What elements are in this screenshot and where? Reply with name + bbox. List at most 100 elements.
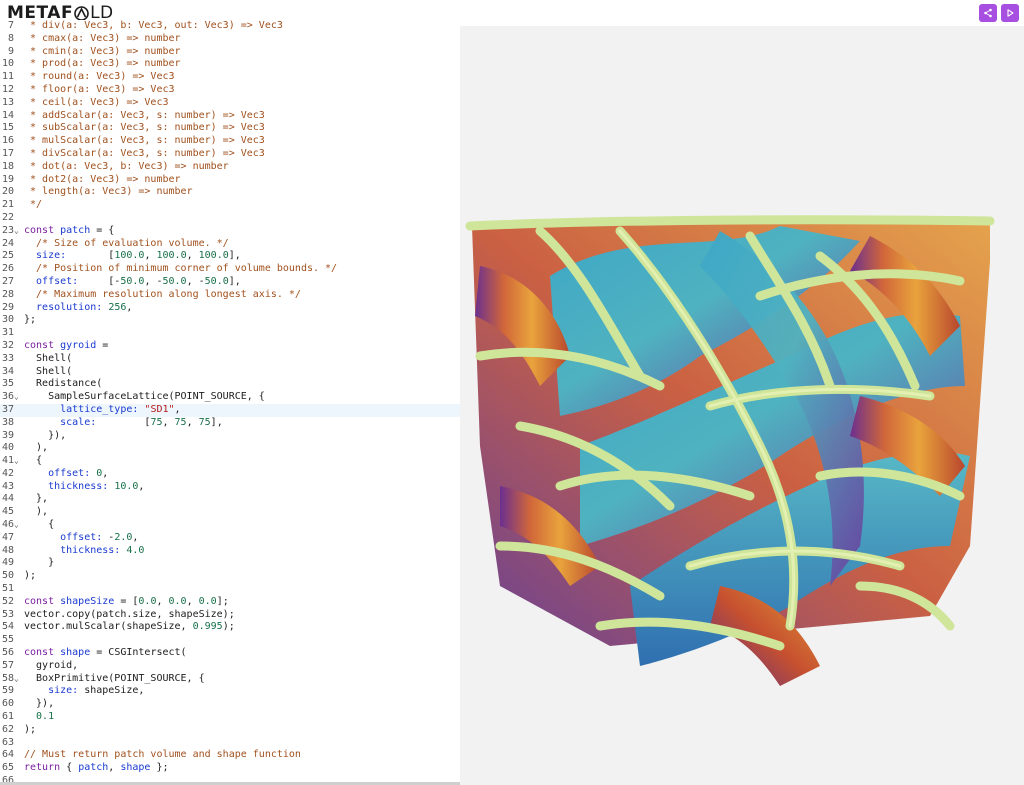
- render-viewport[interactable]: [460, 26, 1024, 785]
- code-line[interactable]: 62);: [0, 724, 460, 737]
- code-token: ];: [216, 595, 229, 607]
- code-line[interactable]: 15 * subScalar(a: Vec3, s: number) => Ve…: [0, 122, 460, 135]
- code-line[interactable]: 36 ⌄ SampleSurfaceLattice(POINT_SOURCE, {: [0, 391, 460, 404]
- code-line[interactable]: 37 lattice_type: "SD1",: [0, 403, 460, 417]
- fold-chevron-icon[interactable]: ⌄: [14, 391, 19, 404]
- code-line[interactable]: 56 const shape = CSGIntersect(: [0, 647, 460, 660]
- code-line[interactable]: 28 /* Maximum resolution along longest a…: [0, 289, 460, 302]
- code-line[interactable]: 16 * mulScalar(a: Vec3, s: number) => Ve…: [0, 135, 460, 148]
- code-line[interactable]: 18 * dot(a: Vec3, b: Vec3) => number: [0, 161, 460, 174]
- code-line[interactable]: 57 gyroid,: [0, 660, 460, 673]
- code-line[interactable]: 34 Shell(: [0, 366, 460, 379]
- code-token: 100.0: [198, 250, 229, 262]
- code-text: /* Size of evaluation volume. */: [24, 238, 229, 251]
- code-line[interactable]: 33 Shell(: [0, 353, 460, 366]
- code-token: {: [60, 762, 79, 774]
- line-number: 62: [1, 723, 14, 735]
- code-line[interactable]: 58 ⌄ BoxPrimitive(POINT_SOURCE, {: [0, 673, 460, 686]
- code-token: -: [102, 531, 115, 543]
- code-line[interactable]: 43 thickness: 10.0,: [0, 481, 460, 494]
- line-number: 30: [1, 314, 14, 326]
- code-line[interactable]: 14 * addScalar(a: Vec3, s: number) => Ve…: [0, 110, 460, 123]
- code-token: * mulScalar(a: Vec3, s: number) => Vec3: [24, 135, 265, 147]
- code-line[interactable]: 19 * dot2(a: Vec3) => number: [0, 174, 460, 187]
- code-line[interactable]: 13 * ceil(a: Vec3) => Vec3: [0, 97, 460, 110]
- line-number: 58: [1, 672, 14, 684]
- code-line[interactable]: 32 const gyroid =: [0, 340, 460, 353]
- code-line[interactable]: 35 Redistance(: [0, 378, 460, 391]
- fold-chevron-icon[interactable]: ⌄: [14, 225, 19, 238]
- code-line[interactable]: 53 vector.copy(patch.size, shapeSize);: [0, 609, 460, 622]
- code-line[interactable]: 21 */: [0, 199, 460, 212]
- fold-chevron-icon[interactable]: ⌄: [14, 673, 19, 686]
- code-line[interactable]: 48 thickness: 4.0: [0, 545, 460, 558]
- code-line[interactable]: 8 * cmax(a: Vec3) => number: [0, 33, 460, 46]
- code-line[interactable]: 31: [0, 327, 460, 340]
- code-line[interactable]: 30};: [0, 314, 460, 327]
- line-number: 41: [1, 455, 14, 467]
- code-line[interactable]: 51: [0, 583, 460, 596]
- fold-chevron-icon[interactable]: ⌄: [14, 455, 19, 468]
- code-line[interactable]: 11 * round(a: Vec3) => Vec3: [0, 71, 460, 84]
- code-line[interactable]: 24 /* Size of evaluation volume. */: [0, 238, 460, 251]
- code-line[interactable]: 59 size: shapeSize,: [0, 685, 460, 698]
- code-line[interactable]: 25 size: [100.0, 100.0, 100.0],: [0, 250, 460, 263]
- code-line[interactable]: 45 ),: [0, 506, 460, 519]
- code-line[interactable]: 55: [0, 634, 460, 647]
- code-line[interactable]: 39 }),: [0, 430, 460, 443]
- code-line[interactable]: 22: [0, 212, 460, 225]
- line-number: 23: [1, 224, 14, 236]
- code-token: ,: [108, 762, 121, 774]
- code-text: thickness: 10.0,: [24, 481, 144, 494]
- code-line[interactable]: 12 * floor(a: Vec3) => Vec3: [0, 84, 460, 97]
- code-line[interactable]: 9 * cmin(a: Vec3) => number: [0, 46, 460, 59]
- line-number: 13: [1, 96, 14, 108]
- code-line[interactable]: 26 /* Position of minimum corner of volu…: [0, 263, 460, 276]
- code-line[interactable]: 41 ⌄ {: [0, 455, 460, 468]
- code-token: patch: [78, 762, 109, 774]
- code-line[interactable]: 44 },: [0, 493, 460, 506]
- code-line[interactable]: 10 * prod(a: Vec3) => number: [0, 58, 460, 71]
- line-number: 54: [1, 621, 14, 633]
- code-line[interactable]: 50);: [0, 570, 460, 583]
- code-token: ],: [228, 250, 241, 262]
- code-token: ,: [186, 416, 199, 428]
- code-line[interactable]: 23 ⌄ const patch = {: [0, 225, 460, 238]
- line-number: 35: [1, 378, 14, 390]
- code-line[interactable]: 17 * divScalar(a: Vec3, s: number) => Ve…: [0, 148, 460, 161]
- code-line[interactable]: 54 vector.mulScalar(shapeSize, 0.995);: [0, 621, 460, 634]
- code-line[interactable]: 46 ⌄ {: [0, 519, 460, 532]
- code-line[interactable]: 38 scale: [75, 75, 75],: [0, 417, 460, 430]
- code-line[interactable]: 65 return { patch, shape };: [0, 762, 460, 775]
- line-number: 16: [1, 135, 14, 147]
- line-number: 45: [1, 506, 14, 518]
- code-line[interactable]: 52 const shapeSize = [0.0, 0.0, 0.0];: [0, 596, 460, 609]
- run-button[interactable]: [1001, 4, 1019, 22]
- code-text: ),: [24, 442, 48, 455]
- code-line[interactable]: 27 offset: [-50.0, -50.0, -50.0],: [0, 276, 460, 289]
- code-line[interactable]: 7 * div(a: Vec3, b: Vec3, out: Vec3) => …: [0, 20, 460, 33]
- code-line[interactable]: 63: [0, 737, 460, 750]
- code-token: size:: [24, 250, 67, 262]
- code-token: offset:: [24, 467, 91, 479]
- line-number: 7: [7, 20, 14, 31]
- code-token: ,: [186, 595, 199, 607]
- code-token: };: [150, 762, 169, 774]
- code-line[interactable]: 29 resolution: 256,: [0, 302, 460, 315]
- code-line[interactable]: 42 offset: 0,: [0, 468, 460, 481]
- code-line[interactable]: 49 }: [0, 557, 460, 570]
- code-text: * div(a: Vec3, b: Vec3, out: Vec3) => Ve…: [24, 20, 283, 33]
- code-line[interactable]: 61 0.1: [0, 711, 460, 724]
- code-text: Shell(: [24, 366, 72, 379]
- share-button[interactable]: [979, 4, 997, 22]
- code-editor[interactable]: 7 * div(a: Vec3, b: Vec3, out: Vec3) => …: [0, 20, 460, 785]
- code-line[interactable]: 60 }),: [0, 698, 460, 711]
- line-number: 42: [1, 467, 14, 479]
- fold-chevron-icon[interactable]: ⌄: [14, 519, 19, 532]
- code-text: offset: [-50.0, -50.0, -50.0],: [24, 276, 241, 289]
- code-token: }),: [24, 698, 55, 710]
- code-line[interactable]: 47 offset: -2.0,: [0, 532, 460, 545]
- code-line[interactable]: 64 // Must return patch volume and shape …: [0, 749, 460, 762]
- code-line[interactable]: 40 ),: [0, 442, 460, 455]
- code-line[interactable]: 20 * length(a: Vec3) => number: [0, 186, 460, 199]
